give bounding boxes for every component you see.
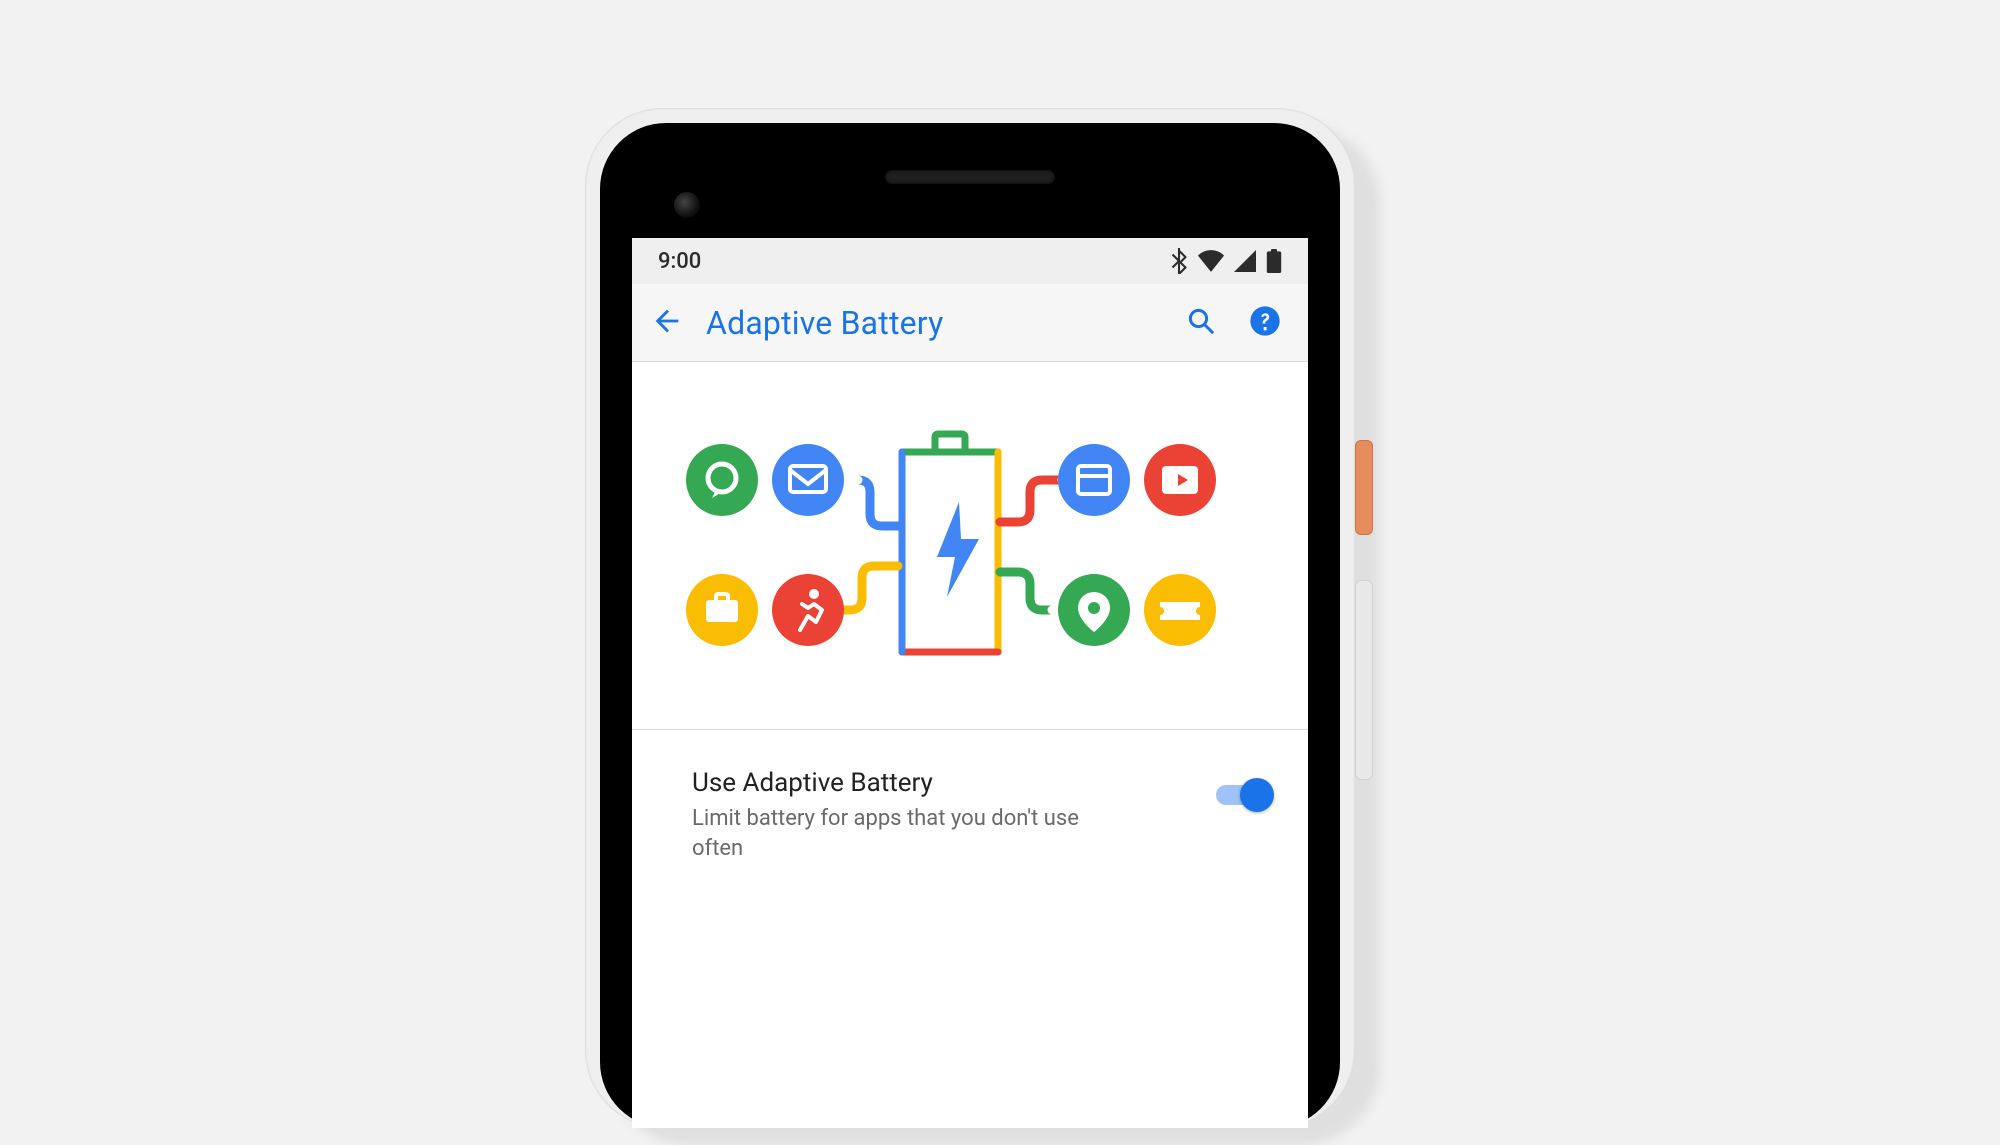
status-icons	[1170, 248, 1282, 274]
bluetooth-icon	[1170, 248, 1188, 274]
toggle-adaptive-battery[interactable]	[1216, 778, 1274, 812]
app-icon-mail	[772, 444, 844, 516]
help-button[interactable]	[1240, 298, 1290, 348]
app-icon-chat	[686, 444, 758, 516]
hero-illustration	[632, 362, 1308, 730]
app-icon-calendar	[1058, 444, 1130, 516]
search-icon	[1186, 306, 1216, 340]
phone-screen: 9:00	[632, 238, 1308, 1128]
cellular-icon	[1234, 250, 1256, 272]
page-title: Adaptive Battery	[706, 304, 1162, 342]
wifi-icon	[1198, 250, 1224, 272]
app-icon-location	[1058, 574, 1130, 646]
app-icon-briefcase	[686, 574, 758, 646]
setting-subtitle: Limit battery for apps that you don't us…	[692, 804, 1112, 863]
back-button[interactable]	[642, 298, 692, 348]
power-button	[1355, 440, 1373, 535]
volume-button	[1355, 580, 1373, 780]
battery-graphic	[902, 434, 998, 652]
status-time: 9:00	[658, 249, 701, 274]
arrow-left-icon	[650, 304, 684, 342]
status-bar: 9:00	[632, 238, 1308, 284]
setting-text: Use Adaptive Battery Limit battery for a…	[692, 768, 1186, 863]
phone-bezel: 9:00	[600, 123, 1340, 1128]
phone-front-camera	[674, 192, 700, 218]
battery-icon	[1266, 249, 1282, 273]
search-button[interactable]	[1176, 298, 1226, 348]
phone-speaker	[885, 170, 1055, 184]
help-icon	[1249, 305, 1281, 341]
app-icon-ticket	[1144, 574, 1216, 646]
setting-row-adaptive-battery[interactable]: Use Adaptive Battery Limit battery for a…	[632, 730, 1308, 901]
app-bar: Adaptive Battery	[632, 284, 1308, 362]
switch-thumb	[1240, 778, 1274, 812]
adaptive-battery-illustration	[632, 362, 1308, 730]
app-icon-running	[772, 574, 844, 646]
setting-title: Use Adaptive Battery	[692, 768, 1186, 798]
app-icon-video	[1144, 444, 1216, 516]
